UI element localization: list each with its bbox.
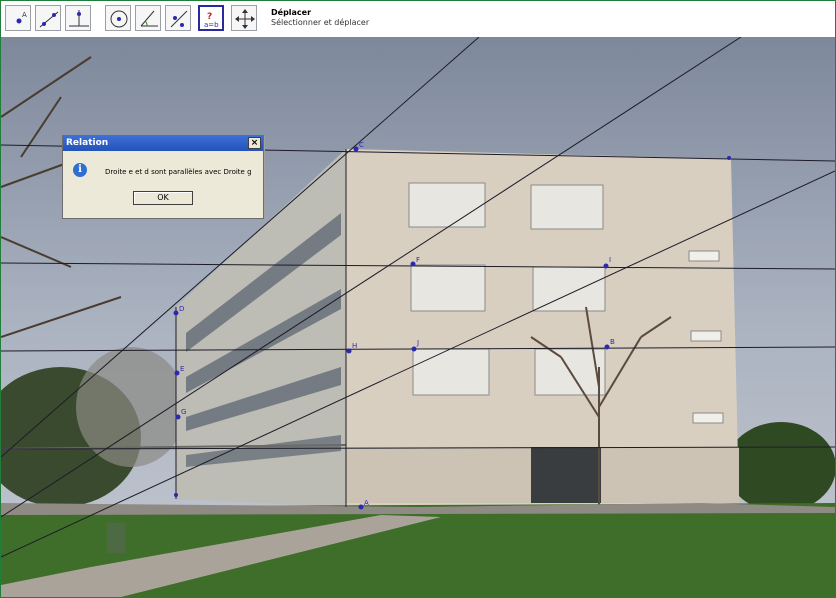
point-c[interactable] [353,146,359,152]
svg-text:a=b: a=b [204,21,219,29]
dialog-title: Relation [66,138,109,148]
angle-tool-button[interactable] [135,5,161,31]
point-i-label: I [609,256,611,264]
relation-tool-button[interactable]: ? a=b [198,5,224,31]
point-d[interactable] [173,310,179,316]
point-g-label: G [181,408,186,416]
point-e-label: E [180,365,184,373]
point-f-label: F [416,256,420,264]
point-j[interactable] [411,346,417,352]
point-a-label: A [364,499,369,507]
point-tool-icon: A [16,11,27,24]
point-j-label: J [416,339,419,347]
point-d-label: D [179,305,184,313]
line-tool-button[interactable] [35,5,61,31]
angle-tool-icon [140,10,158,27]
circle-tool-button[interactable] [105,5,131,31]
info-icon: i [73,163,87,177]
active-tool-help: Sélectionner et déplacer [271,18,370,27]
move-view-tool-button[interactable] [231,5,257,31]
relation-tool-icon: ?a=b [204,12,219,29]
point-c-label: C [359,141,364,149]
reflect-tool-button[interactable] [165,5,191,31]
point-b[interactable] [604,344,610,350]
point-h[interactable] [346,348,352,354]
point-h-label: H [352,342,357,350]
bush-right [726,422,835,512]
tool-info: Déplacer Sélectionner et déplacer [271,8,369,28]
perpendicular-tool-icon [69,10,89,27]
point-b-label: B [610,338,615,346]
entrance [531,447,601,503]
dialog-title-bar: Relation × [63,136,263,151]
sign-post [107,523,125,553]
close-button[interactable]: × [248,137,261,149]
circle-tool-icon [110,10,128,28]
perpendicular-tool-button[interactable] [65,5,91,31]
point-a[interactable] [358,504,364,510]
line-tool-icon [39,11,59,28]
relation-dialog: Relation × i Droite e et d sont parallèl… [62,135,264,219]
ok-button[interactable]: OK [133,191,193,205]
toolbar: A ? a=b Déplacer Sélectionner et déplacer [1,1,835,38]
dialog-message: Droite e et d sont parallèles avec Droit… [105,168,252,176]
drawing-canvas[interactable]: D C F I H J B E G A [1,37,835,597]
move-view-icon [235,9,255,29]
point-f[interactable] [410,261,416,267]
canvas-svg: D C F I H J B E G A [1,37,835,597]
point-i[interactable] [603,263,609,269]
svg-text:A: A [22,11,27,19]
point-unlabeled-1[interactable] [727,156,731,160]
point-tool-button[interactable]: A [5,5,31,31]
point-g[interactable] [175,414,181,420]
active-tool-name: Déplacer [271,8,312,17]
point-e[interactable] [174,370,180,376]
point-unlabeled-2[interactable] [174,493,178,497]
reflect-tool-icon [170,10,188,28]
